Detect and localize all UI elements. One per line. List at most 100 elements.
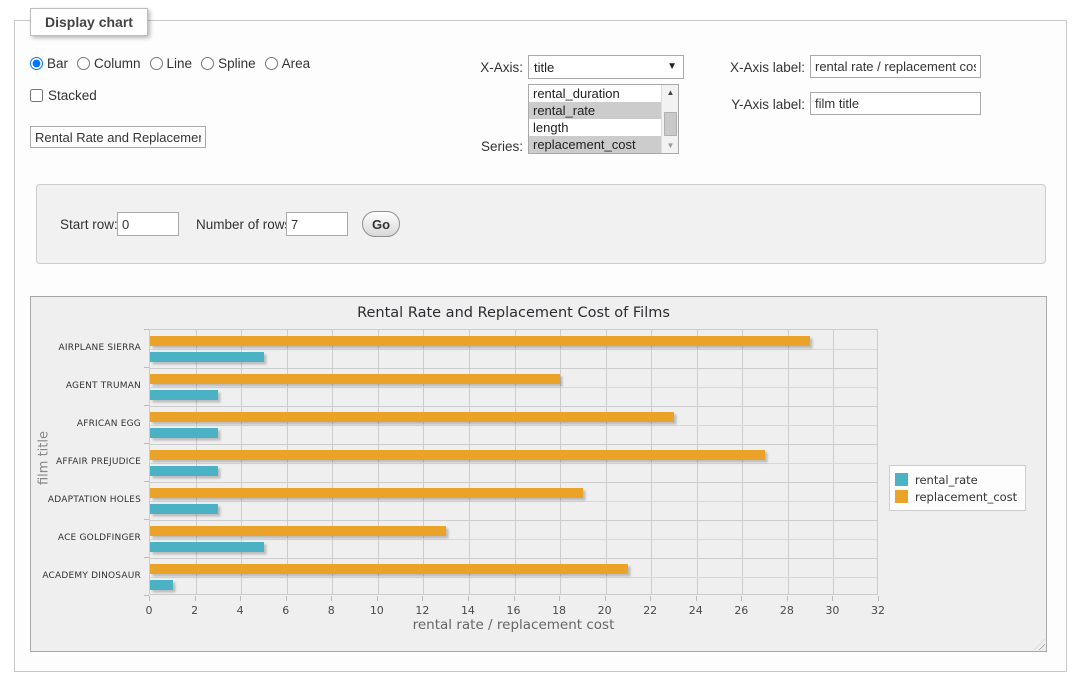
y-tick-mark xyxy=(144,443,149,444)
stacked-checkbox[interactable] xyxy=(30,89,43,102)
number-of-rows-input[interactable] xyxy=(286,212,348,236)
grid-vline xyxy=(697,330,698,594)
radio-bar[interactable] xyxy=(30,57,43,70)
radio-column[interactable] xyxy=(77,57,90,70)
y-axis-title: film title xyxy=(37,431,52,485)
grid-hline-mid xyxy=(150,349,877,350)
series-multiselect[interactable]: rental_durationrental_ratelengthreplacem… xyxy=(528,84,679,154)
replacement_cost-bar xyxy=(150,488,583,498)
rental_rate-bar xyxy=(150,542,264,552)
grid-hline xyxy=(150,520,877,521)
fieldset-legend: Display chart xyxy=(30,8,148,36)
x-tick-mark xyxy=(195,596,196,601)
series-select-label: Series: xyxy=(477,139,523,154)
x-tick-mark xyxy=(331,596,332,601)
y-tick-mark xyxy=(144,595,149,596)
rental_rate-bar xyxy=(150,504,218,514)
grid-vline xyxy=(196,330,197,594)
dropdown-arrow-icon: ▼ xyxy=(667,61,677,72)
replacement_cost-bar xyxy=(150,412,674,422)
grid-hline xyxy=(150,558,877,559)
x-tick-mark xyxy=(286,596,287,601)
rental_rate-bar xyxy=(150,352,264,362)
y-tick-mark xyxy=(144,329,149,330)
grid-hline xyxy=(150,406,877,407)
number-of-rows-label: Number of rows: xyxy=(196,217,295,232)
x-tick-label: 14 xyxy=(451,604,485,617)
y-tick-label: AGENT TRUMAN xyxy=(41,381,141,391)
grid-hline-mid xyxy=(150,425,877,426)
grid-vline xyxy=(287,330,288,594)
x-tick-mark xyxy=(240,596,241,601)
replacement_cost-bar xyxy=(150,564,628,574)
x-tick-mark xyxy=(422,596,423,601)
y-axis-label-input[interactable] xyxy=(810,92,981,115)
x-tick-label: 2 xyxy=(178,604,212,617)
scroll-up-icon[interactable]: ▲ xyxy=(662,85,679,100)
x-tick-label: 8 xyxy=(314,604,348,617)
y-tick-mark xyxy=(144,557,149,558)
start-row-input[interactable] xyxy=(117,212,179,236)
go-button[interactable]: Go xyxy=(362,211,400,237)
grid-vline xyxy=(651,330,652,594)
x-axis-label-input[interactable] xyxy=(810,55,981,78)
y-tick-mark xyxy=(144,367,149,368)
stacked-label: Stacked xyxy=(48,88,97,103)
radio-spline[interactable] xyxy=(201,57,214,70)
grid-vline xyxy=(515,330,516,594)
x-tick-label: 6 xyxy=(269,604,303,617)
x-tick-label: 16 xyxy=(497,604,531,617)
scroll-down-icon[interactable]: ▼ xyxy=(662,138,679,153)
resize-handle-icon[interactable] xyxy=(1034,639,1045,650)
x-tick-mark xyxy=(650,596,651,601)
scrollbar-thumb[interactable] xyxy=(664,112,677,136)
legend-swatch-rental_rate xyxy=(895,473,908,486)
grid-vline xyxy=(606,330,607,594)
rental_rate-bar xyxy=(150,466,218,476)
rental_rate-bar xyxy=(150,580,173,590)
x-tick-label: 18 xyxy=(542,604,576,617)
stacked-checkbox-row: Stacked xyxy=(30,88,97,103)
chart-type-option-spline: Spline xyxy=(201,56,256,71)
start-row-label: Start row: xyxy=(60,217,118,232)
grid-hline xyxy=(150,368,877,369)
chart-type-radio-group: BarColumnLineSplineArea xyxy=(30,56,310,71)
legend-label-rental_rate: rental_rate xyxy=(915,473,978,487)
x-tick-label: 30 xyxy=(815,604,849,617)
series-option-replacement_cost[interactable]: replacement_cost xyxy=(529,136,661,153)
x-tick-mark xyxy=(514,596,515,601)
y-tick-label: ACE GOLDFINGER xyxy=(41,533,141,543)
grid-hline-mid xyxy=(150,463,877,464)
y-tick-label: AFFAIR PREJUDICE xyxy=(41,457,141,467)
series-option-rental_rate[interactable]: rental_rate xyxy=(529,102,661,119)
chart-type-option-line: Line xyxy=(150,56,193,71)
x-tick-label: 20 xyxy=(588,604,622,617)
x-axis-title: rental rate / replacement cost xyxy=(149,617,878,633)
series-option-length[interactable]: length xyxy=(529,119,661,136)
grid-vline xyxy=(378,330,379,594)
series-option-rental_duration[interactable]: rental_duration xyxy=(529,85,661,102)
y-tick-label: AIRPLANE SIERRA xyxy=(41,343,141,353)
x-tick-mark xyxy=(468,596,469,601)
series-scrollbar[interactable]: ▲ ▼ xyxy=(661,85,678,153)
y-tick-mark xyxy=(144,405,149,406)
radio-label-column: Column xyxy=(94,56,141,71)
row-controls-box xyxy=(36,184,1046,264)
grid-vline xyxy=(560,330,561,594)
x-tick-mark xyxy=(149,596,150,601)
grid-vline xyxy=(833,330,834,594)
series-options: rental_durationrental_ratelengthreplacem… xyxy=(529,85,661,153)
x-axis-select[interactable]: title ▼ xyxy=(528,55,684,79)
x-tick-label: 32 xyxy=(861,604,895,617)
radio-line[interactable] xyxy=(150,57,163,70)
legend-entry-rental_rate: rental_rate xyxy=(895,471,1017,488)
y-tick-label: ACADEMY DINOSAUR xyxy=(41,571,141,581)
chart-title: Rental Rate and Replacement Cost of Film… xyxy=(149,305,878,321)
radio-label-spline: Spline xyxy=(218,56,256,71)
x-tick-label: 26 xyxy=(724,604,758,617)
replacement_cost-bar xyxy=(150,374,560,384)
x-tick-mark xyxy=(832,596,833,601)
radio-area[interactable] xyxy=(265,57,278,70)
chart-title-input[interactable] xyxy=(30,126,206,148)
grid-hline xyxy=(150,482,877,483)
